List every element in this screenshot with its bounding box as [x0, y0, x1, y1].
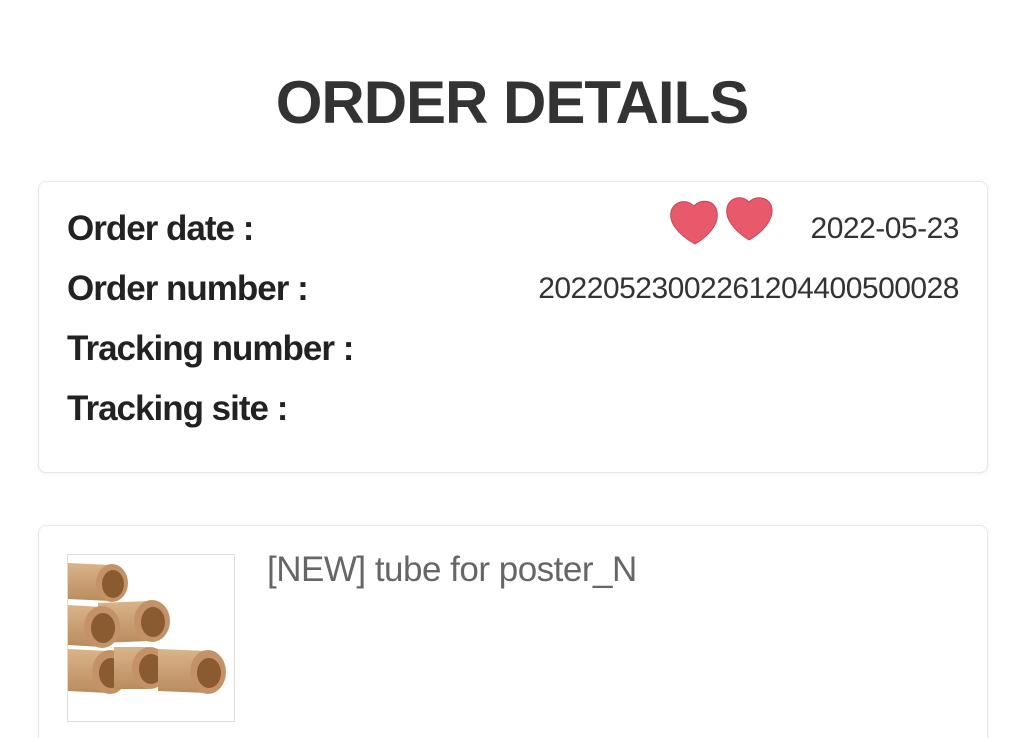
product-thumbnail[interactable]: [67, 554, 235, 722]
tracking-site-label: Tracking site :: [67, 389, 288, 428]
order-date-label: Order date :: [67, 209, 254, 248]
heart-sticker-icon: [670, 197, 773, 245]
tracking-number-label: Tracking number :: [67, 329, 354, 368]
order-number-label: Order number :: [67, 269, 309, 308]
product-card: [NEW] tube for poster_N: [38, 525, 988, 738]
tracking-number-row: Tracking number :: [67, 324, 959, 374]
order-date-value: 2022-05-23: [810, 212, 960, 245]
page-title: ORDER DETAILS: [275, 69, 750, 136]
order-info-card: Order date : 2022-05-23 Order number : 2…: [38, 181, 988, 473]
cardboard-tubes-image: [68, 563, 226, 694]
order-number-value: 20220523002261204400500028: [538, 272, 959, 305]
order-date-row: Order date : 2022-05-23: [67, 204, 960, 254]
order-details-page: ORDER DETAILS Order date : 2022-05-23 Or…: [0, 0, 1024, 738]
product-name-link[interactable]: [NEW] tube for poster_N: [267, 550, 637, 590]
tracking-site-row: Tracking site :: [67, 384, 959, 434]
order-number-row: Order number : 2022052300226120440050002…: [67, 264, 959, 314]
